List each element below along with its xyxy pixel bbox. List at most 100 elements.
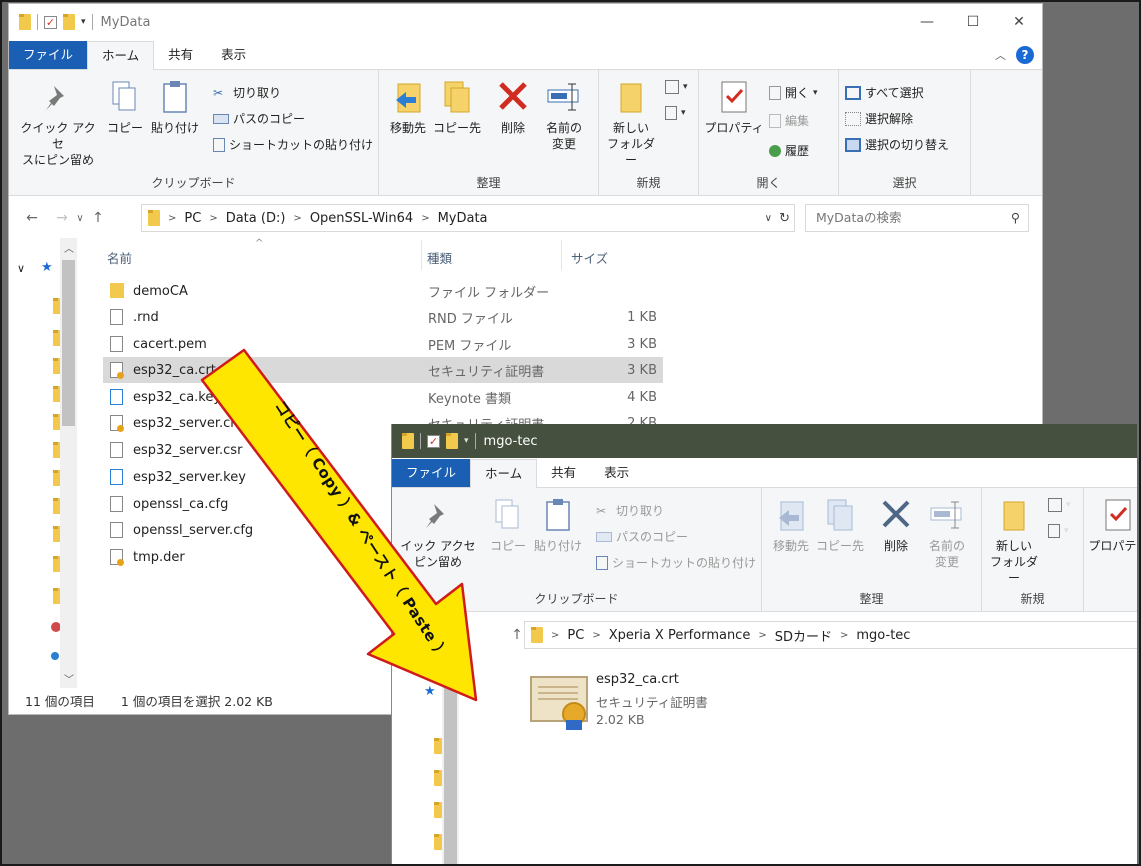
- scrollbar-thumb[interactable]: [444, 676, 457, 864]
- search-input[interactable]: MyDataの検索 ⚲: [805, 204, 1029, 232]
- copy-button[interactable]: コピー: [105, 78, 145, 136]
- file-row[interactable]: esp32_server.csr: [103, 437, 403, 463]
- forward-arrow-icon[interactable]: →: [51, 210, 73, 226]
- column-header-size[interactable]: サイズ: [571, 248, 608, 267]
- file-row[interactable]: esp32_server.key: [103, 464, 403, 490]
- breadcrumb-item-mgo-tec[interactable]: mgo-tec: [856, 628, 910, 643]
- scrollbar-thumb[interactable]: [62, 260, 75, 426]
- breadcrumb-item-device[interactable]: Xperia X Performance: [609, 628, 751, 643]
- new-item-button[interactable]: ▾: [665, 80, 688, 94]
- paste-button[interactable]: 貼り付け: [149, 78, 201, 136]
- properties-check-icon[interactable]: ✓: [44, 15, 57, 29]
- new-folder-icon[interactable]: [63, 14, 75, 30]
- breadcrumb-item-pc[interactable]: PC: [567, 628, 584, 643]
- customize-dropdown-icon[interactable]: ▾: [464, 436, 469, 446]
- back-arrow-icon[interactable]: ←: [21, 210, 43, 226]
- file-name: openssl_ca.cfg: [133, 496, 229, 512]
- select-all-button[interactable]: すべて選択: [845, 84, 924, 101]
- easy-access-button[interactable]: ▾: [1048, 524, 1069, 538]
- scroll-up-icon[interactable]: ︿: [446, 656, 456, 671]
- column-header-name[interactable]: 名前: [107, 248, 132, 267]
- paste-shortcut-button[interactable]: ショートカットの貼り付け: [596, 554, 756, 571]
- breadcrumb-item-sdcard[interactable]: SDカード: [775, 626, 832, 645]
- new-folder-icon[interactable]: [446, 433, 458, 449]
- properties-button[interactable]: プロパティ: [703, 78, 765, 136]
- scroll-up-icon[interactable]: ︿: [64, 240, 74, 255]
- move-to-button[interactable]: 移動先: [385, 78, 431, 136]
- tab-share[interactable]: 共有: [154, 41, 207, 69]
- file-row[interactable]: cacert.pem PEM ファイル 3 KB: [103, 331, 663, 357]
- nav-scrollbar[interactable]: ︿: [442, 654, 459, 864]
- new-folder-button[interactable]: 新しい フォルダー: [603, 78, 659, 168]
- tab-view[interactable]: 表示: [590, 459, 643, 487]
- delete-button[interactable]: 削除: [876, 496, 916, 554]
- copy-to-icon: [822, 496, 858, 536]
- edit-button[interactable]: 編集: [769, 112, 809, 129]
- scissors-icon: ✂: [596, 503, 607, 518]
- breadcrumb-item-pc[interactable]: PC: [184, 211, 201, 226]
- tab-file[interactable]: ファイル: [9, 41, 88, 69]
- collapse-ribbon-icon[interactable]: ︿: [995, 47, 1006, 63]
- close-button[interactable]: ✕: [996, 4, 1042, 40]
- history-button[interactable]: 履歴: [769, 142, 809, 159]
- divider: [474, 433, 476, 449]
- select-none-button[interactable]: 選択解除: [845, 110, 913, 127]
- rename-label: 名前の: [928, 539, 965, 553]
- cut-button[interactable]: ✂ 切り取り: [596, 502, 664, 519]
- file-row[interactable]: esp32_ca.key Keynote 書類 4 KB: [103, 384, 663, 410]
- file-row-selected[interactable]: esp32_ca.crt セキュリティ証明書 3 KB: [103, 357, 663, 383]
- breadcrumb-item-drive[interactable]: Data (D:): [226, 211, 286, 226]
- tab-home[interactable]: ホーム: [87, 41, 155, 70]
- file-row[interactable]: .rnd RND ファイル 1 KB: [103, 304, 663, 330]
- expand-chevron-icon[interactable]: ∨: [17, 262, 25, 275]
- quick-access-star-icon[interactable]: ★: [41, 260, 53, 275]
- pin-quick-access-button[interactable]: イック アクセ ピン留め: [392, 496, 484, 570]
- breadcrumb[interactable]: > PC > Data (D:) > OpenSSL-Win64 > MyDat…: [141, 204, 795, 232]
- delete-button[interactable]: 削除: [493, 78, 533, 136]
- refresh-icon[interactable]: ↻: [779, 211, 790, 226]
- breadcrumb-item-openssl[interactable]: OpenSSL-Win64: [310, 211, 413, 226]
- up-arrow-icon[interactable]: ↑: [87, 210, 109, 226]
- properties-button[interactable]: プロパティ: [1088, 496, 1137, 554]
- breadcrumb-item-mydata[interactable]: MyData: [438, 211, 488, 226]
- open-icon: [769, 85, 781, 100]
- nav-network-icon[interactable]: [51, 652, 59, 660]
- rename-button[interactable]: 名前の 変更: [539, 78, 589, 152]
- customize-dropdown-icon[interactable]: ▾: [81, 17, 86, 27]
- copy-path-button[interactable]: パスのコピー: [596, 528, 688, 545]
- easy-access-button[interactable]: ▾: [665, 106, 686, 120]
- invert-selection-button[interactable]: 選択の切り替え: [845, 136, 949, 153]
- breadcrumb[interactable]: > PC > Xperia X Performance > SDカード > mg…: [524, 621, 1137, 649]
- address-dropdown-icon[interactable]: ∨: [765, 213, 772, 224]
- open-button[interactable]: 開く ▾: [769, 84, 818, 101]
- cut-button[interactable]: ✂ 切り取り: [213, 84, 281, 101]
- maximize-button[interactable]: ☐: [950, 4, 996, 40]
- tab-share[interactable]: 共有: [537, 459, 590, 487]
- minimize-button[interactable]: —: [904, 4, 950, 40]
- tab-home[interactable]: ホーム: [470, 459, 538, 488]
- help-icon[interactable]: ?: [1016, 46, 1034, 64]
- tab-file[interactable]: ファイル: [392, 459, 471, 487]
- copy-button[interactable]: コピー: [488, 496, 528, 554]
- title-bar: ✓ ▾ mgo-tec: [392, 424, 1137, 458]
- copy-to-button[interactable]: コピー先: [816, 496, 864, 554]
- rename-button[interactable]: 名前の 変更: [922, 496, 972, 570]
- pin-quick-access-button[interactable]: クイック アクセ スにピン留め: [15, 78, 101, 168]
- search-icon[interactable]: ⚲: [1011, 205, 1020, 231]
- nav-scrollbar[interactable]: ︿ ﹀: [60, 238, 77, 688]
- paste-shortcut-button[interactable]: ショートカットの貼り付け: [213, 136, 373, 153]
- copy-to-button[interactable]: コピー先: [433, 78, 481, 136]
- tab-view[interactable]: 表示: [207, 41, 260, 69]
- copy-path-button[interactable]: パスのコピー: [213, 110, 305, 127]
- new-folder-button[interactable]: 新しい フォルダー: [986, 496, 1042, 586]
- move-to-button[interactable]: 移動先: [768, 496, 814, 554]
- new-item-button[interactable]: ▾: [1048, 498, 1071, 512]
- quick-access-star-icon[interactable]: ★: [424, 684, 436, 699]
- column-header-type[interactable]: 種類: [427, 248, 452, 267]
- properties-check-icon[interactable]: ✓: [427, 434, 440, 448]
- file-row[interactable]: tmp.der: [103, 544, 403, 570]
- paste-button[interactable]: 貼り付け: [532, 496, 584, 554]
- scroll-down-icon[interactable]: ﹀: [64, 671, 74, 686]
- file-row[interactable]: demoCA ファイル フォルダー: [103, 278, 663, 304]
- recent-dropdown-icon[interactable]: ∨: [73, 213, 87, 224]
